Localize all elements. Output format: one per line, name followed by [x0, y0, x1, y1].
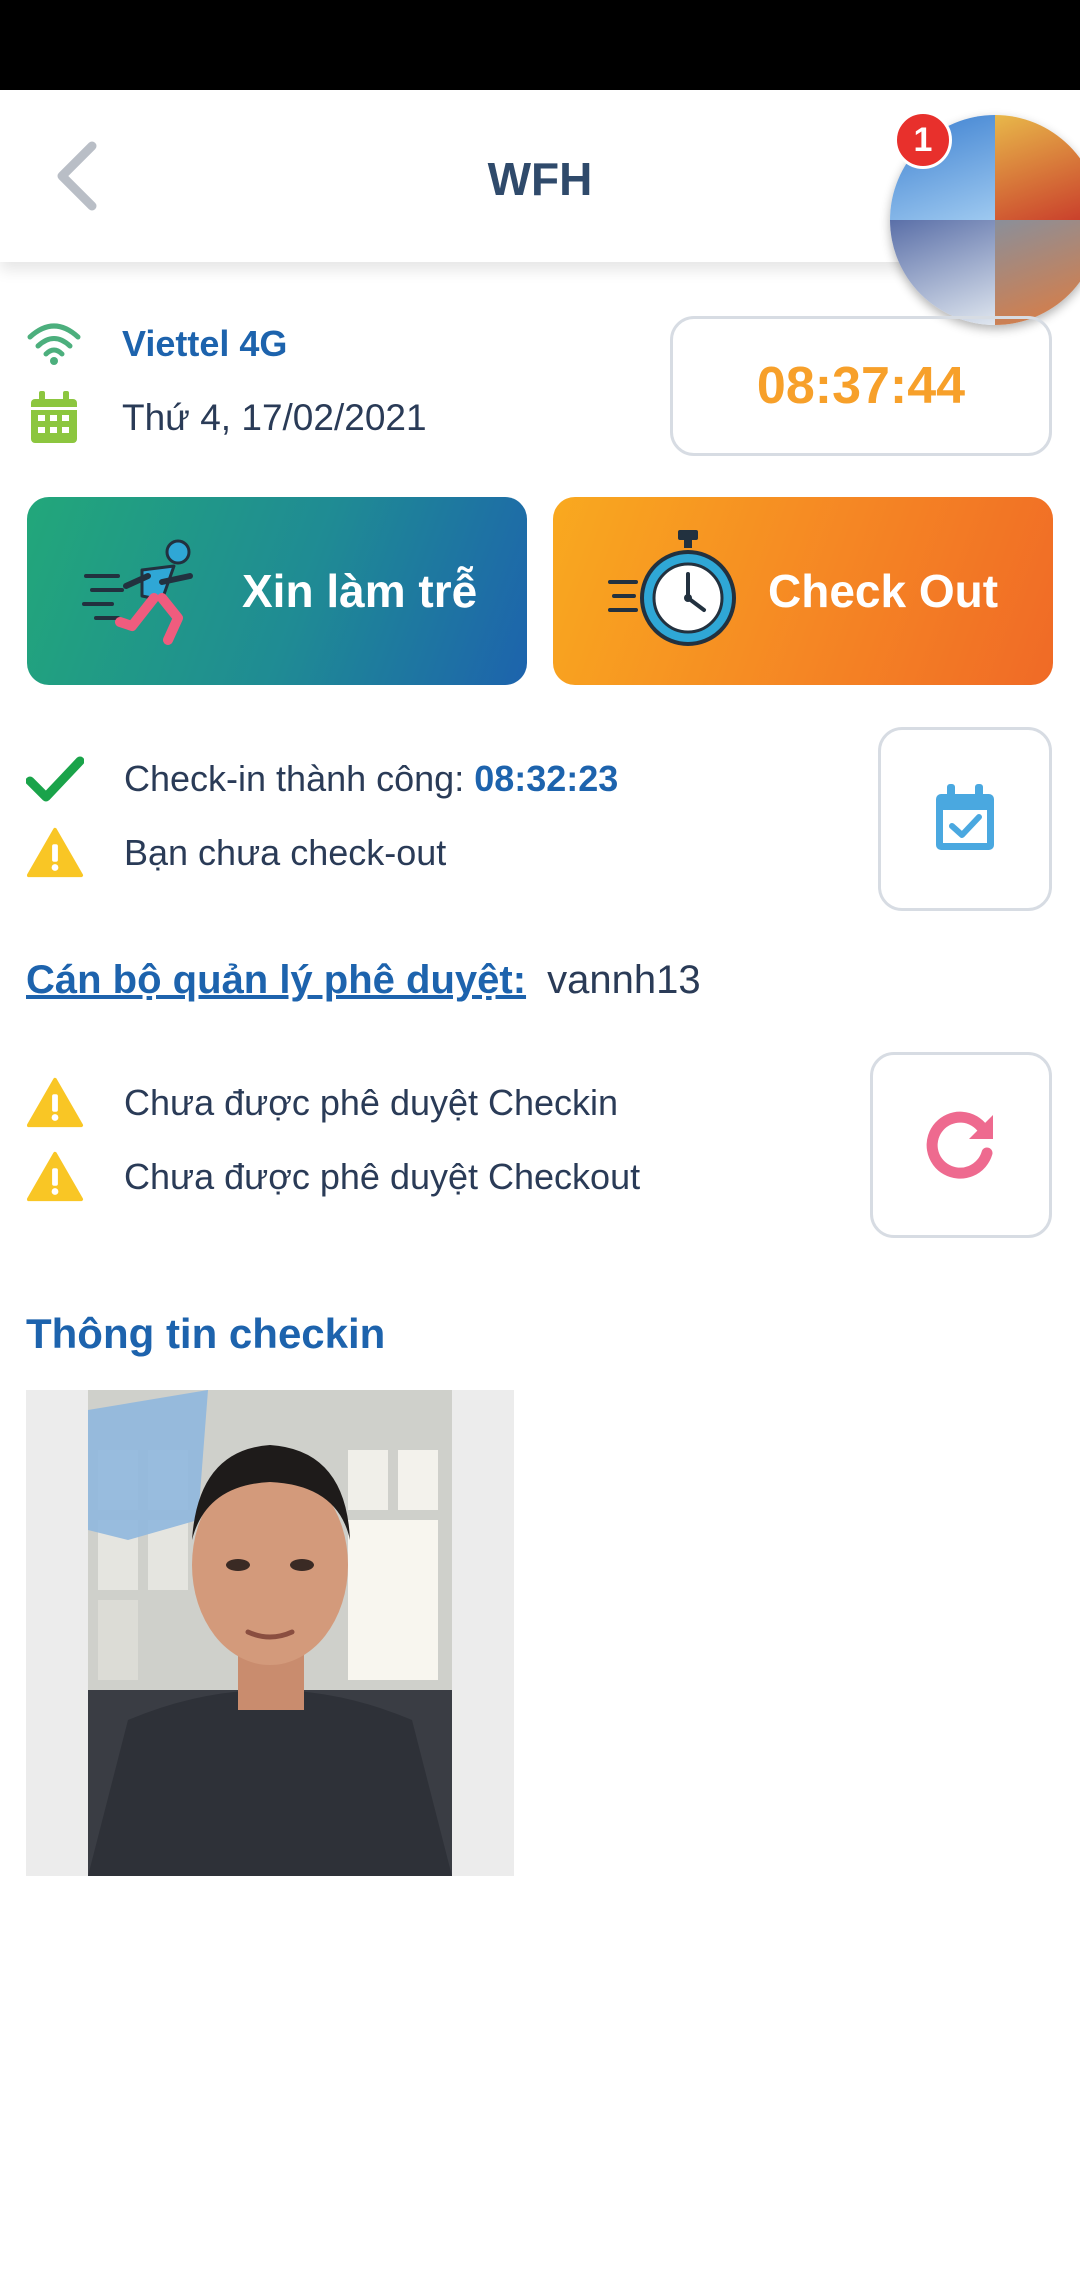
stopwatch-icon: [608, 530, 736, 646]
calendar-history-button[interactable]: [878, 727, 1052, 911]
calendar-icon: [26, 390, 82, 446]
checkin-photo-frame: [26, 1390, 514, 1876]
date-label: Thứ 4, 17/02/2021: [122, 397, 427, 438]
approval-manager-row: Cán bộ quản lý phê duyệt: vannh13: [26, 958, 701, 1003]
checkmark-icon: [26, 750, 84, 808]
running-person-icon: [82, 539, 193, 645]
warning-icon: [26, 824, 84, 882]
warning-icon: [26, 1148, 84, 1206]
wifi-icon: [26, 316, 82, 372]
checkin-approval-text: Chưa được phê duyệt Checkin: [124, 1082, 619, 1123]
checkout-status-text: Bạn chưa check-out: [124, 832, 447, 873]
approval-manager-name: vannh13: [547, 958, 701, 1002]
warning-icon: [26, 1074, 84, 1132]
late-request-label: Xin làm trễ: [242, 565, 478, 617]
checkin-info-title: Thông tin checkin: [26, 1310, 386, 1357]
checkout-status-row: Bạn chưa check-out: [26, 824, 446, 882]
refresh-button[interactable]: [870, 1052, 1052, 1238]
checkin-approval-row: Chưa được phê duyệt Checkin: [26, 1074, 618, 1132]
checkin-time: 08:32:23: [474, 758, 619, 799]
status-bar: [0, 0, 1080, 90]
checkin-status-row: Check-in thành công: 08:32:23: [26, 750, 618, 808]
network-label: Viettel 4G: [122, 323, 288, 364]
checkout-label: Check Out: [768, 565, 999, 617]
notification-badge: 1: [894, 111, 952, 169]
checkout-button[interactable]: Check Out: [553, 497, 1053, 685]
calendar-check-icon: [936, 784, 994, 850]
date-row: Thứ 4, 17/02/2021: [26, 390, 427, 446]
checkin-status-text: Check-in thành công:: [124, 758, 465, 799]
checkout-approval-text: Chưa được phê duyệt Checkout: [124, 1156, 641, 1197]
checkout-approval-row: Chưa được phê duyệt Checkout: [26, 1148, 640, 1206]
late-request-button[interactable]: Xin làm trễ: [27, 497, 527, 685]
approval-manager-link[interactable]: Cán bộ quản lý phê duyệt:: [26, 958, 526, 1002]
network-row: Viettel 4G: [26, 316, 287, 372]
checkin-photo[interactable]: [88, 1390, 452, 1876]
user-avatar-button[interactable]: 1: [890, 111, 1080, 325]
current-time-display: 08:37:44: [670, 316, 1052, 456]
refresh-icon: [926, 1111, 993, 1179]
